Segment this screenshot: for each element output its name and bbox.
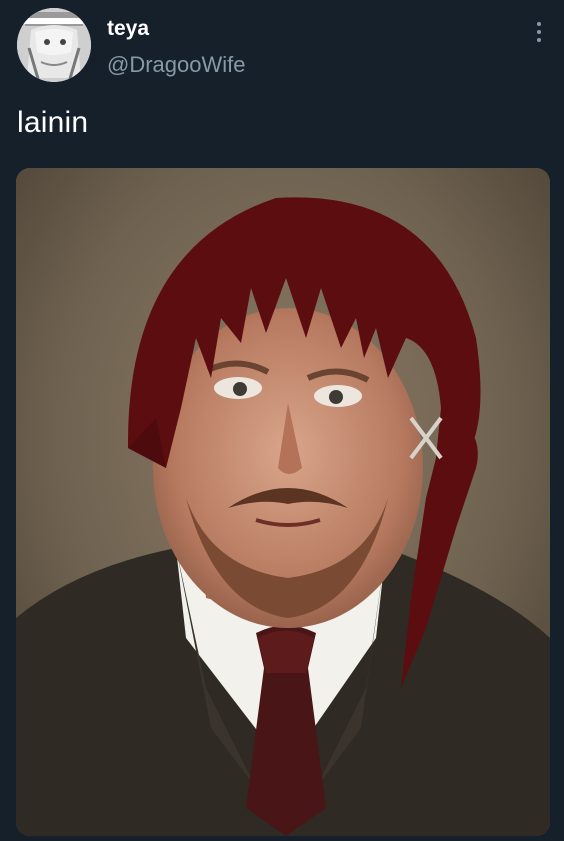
- display-name[interactable]: teya: [107, 17, 149, 41]
- profile-avatar-icon[interactable]: [17, 8, 91, 82]
- vertical-ellipsis-icon[interactable]: [528, 18, 550, 46]
- tweet: teya @DragooWife lainin: [0, 0, 564, 841]
- user-handle[interactable]: @DragooWife: [107, 52, 246, 78]
- tweet-photo[interactable]: [16, 168, 550, 836]
- avatar-drawing: [17, 8, 91, 82]
- photo-image: [16, 168, 550, 836]
- tweet-text: lainin: [17, 106, 89, 139]
